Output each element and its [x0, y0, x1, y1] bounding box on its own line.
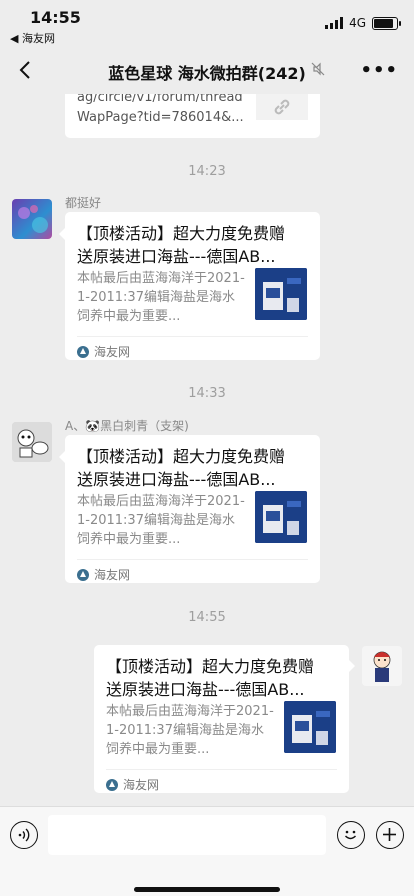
card-title: 【顶楼活动】超大力度免费赠送原装进口海盐---德国AB... [106, 657, 315, 699]
bubble-tail [349, 660, 355, 672]
signal-icon [325, 17, 344, 29]
more-button[interactable]: ••• [360, 60, 398, 81]
self-avatar-image [362, 646, 402, 686]
status-time: 14:55 [30, 8, 81, 27]
cartoon-avatar-image [12, 422, 52, 462]
card-divider [77, 559, 308, 560]
status-bar: 14:55 ◀ 海友网 4G [0, 0, 414, 46]
timestamp: 14:23 [188, 164, 226, 179]
status-indicators: 4G [325, 16, 401, 30]
sender-name: A、🐼黑白刺青（支架) [65, 419, 189, 433]
input-bar [0, 806, 414, 896]
card-thumbnail [255, 491, 307, 543]
link-icon [274, 99, 290, 115]
product-image [255, 491, 307, 543]
card-divider [77, 336, 308, 337]
battery-level [374, 18, 393, 28]
timestamp: 14:55 [188, 610, 226, 625]
product-image [255, 268, 307, 320]
timestamp: 14:33 [188, 386, 226, 401]
card-description: 本帖最后由蓝海海洋于2021-1-2011:37编辑海盐是海水饲养中最为重要..… [77, 494, 245, 547]
avatar[interactable] [12, 199, 52, 239]
card-source: 海友网 [77, 343, 130, 360]
haiyou-logo-icon [77, 345, 89, 358]
card-source: 海友网 [106, 776, 159, 793]
chat-header: 蓝色星球 海水微拍群(242) ••• [0, 46, 414, 94]
coral-avatar-image [18, 205, 48, 233]
card-thumbnail [255, 268, 307, 320]
link-message-card[interactable]: ag/circle/v1/forum/thread WapPage?tid=78… [65, 94, 320, 138]
message-list[interactable]: ag/circle/v1/forum/thread WapPage?tid=78… [0, 94, 414, 806]
shared-link-card[interactable]: 【顶楼活动】超大力度免费赠送原装进口海盐---德国AB... 本帖最后由蓝海海洋… [94, 645, 349, 793]
shared-link-card[interactable]: 【顶楼活动】超大力度免费赠送原装进口海盐---德国AB... 本帖最后由蓝海海洋… [65, 212, 320, 360]
card-thumbnail [284, 701, 336, 753]
message-input[interactable] [48, 815, 326, 855]
haiyou-logo-icon [106, 778, 118, 791]
battery-icon [372, 16, 401, 30]
home-indicator [134, 887, 280, 892]
card-description: 本帖最后由蓝海海洋于2021-1-2011:37编辑海盐是海水饲养中最为重要..… [77, 271, 245, 324]
source-name: 海友网 [94, 568, 131, 582]
card-source: 海友网 [77, 566, 130, 583]
emoji-icon [344, 830, 357, 840]
link-thumbnail [256, 94, 308, 120]
card-title: 【顶楼活动】超大力度免费赠送原装进口海盐---德国AB... [77, 447, 286, 489]
network-type: 4G [349, 16, 366, 30]
voice-button[interactable] [10, 821, 38, 849]
plus-button[interactable] [376, 821, 404, 849]
avatar[interactable] [12, 422, 52, 462]
card-divider [106, 769, 337, 770]
emoji-button[interactable] [337, 821, 365, 849]
source-name: 海友网 [123, 778, 160, 792]
back-to-app-link[interactable]: ◀ 海友网 [10, 30, 55, 46]
mute-icon [311, 62, 325, 76]
haiyou-logo-icon [77, 568, 89, 581]
shared-link-card[interactable]: 【顶楼活动】超大力度免费赠送原装进口海盐---德国AB... 本帖最后由蓝海海洋… [65, 435, 320, 583]
source-name: 海友网 [94, 345, 131, 359]
card-description: 本帖最后由蓝海海洋于2021-1-2011:37编辑海盐是海水饲养中最为重要..… [106, 704, 274, 757]
avatar[interactable] [362, 646, 402, 686]
voice-icon [18, 828, 30, 842]
sender-name: 都挺好 [65, 196, 102, 210]
link-url-text: ag/circle/v1/forum/thread WapPage?tid=78… [77, 94, 244, 125]
chat-title: 蓝色星球 海水微拍群(242) [108, 64, 306, 83]
card-title: 【顶楼活动】超大力度免费赠送原装进口海盐---德国AB... [77, 224, 286, 266]
product-image [284, 701, 336, 753]
plus-icon [383, 828, 396, 841]
